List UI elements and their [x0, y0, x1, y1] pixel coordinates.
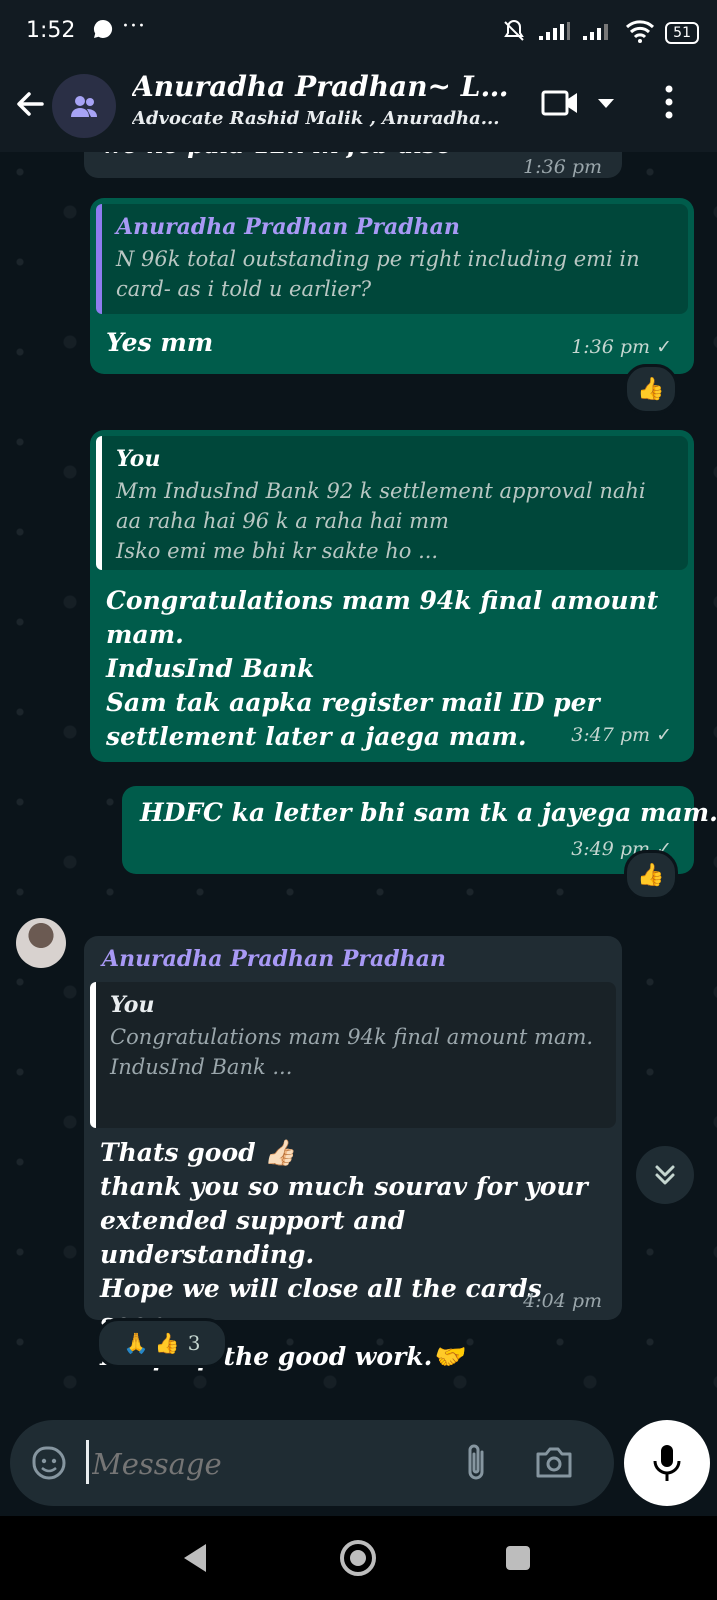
message-text: we ne paid 12k in feb also — [102, 152, 452, 162]
microphone-icon — [653, 1445, 681, 1481]
mute-icon — [501, 18, 527, 48]
message-text: HDFC ka letter bhi sam tk a jayega mam. — [140, 798, 717, 827]
message-time: 1:36 pm — [571, 336, 651, 358]
signal-icon-1 — [537, 20, 571, 46]
chat-participants[interactable]: Advocate Rashid Malik , Anuradha... — [132, 108, 502, 129]
chevron-down-icon[interactable] — [596, 96, 616, 115]
chat-title[interactable]: Anuradha Pradhan~ Loan... — [132, 70, 512, 103]
message-bubble-outgoing[interactable]: HDFC ka letter bhi sam tk a jayega mam. … — [122, 786, 717, 874]
group-icon — [71, 96, 97, 117]
status-bar: 1:52 ··· 51 — [0, 0, 717, 64]
quote-text: N 96k total outstanding pe right includi… — [116, 247, 640, 301]
voice-record-button[interactable] — [624, 1420, 710, 1506]
system-navigation-bar — [0, 1516, 717, 1600]
status-time: 1:52 — [26, 18, 76, 43]
sender-avatar[interactable] — [16, 918, 66, 968]
chat-area[interactable]: we ne paid 12k in feb also 1:36 pm Anura… — [0, 152, 717, 1420]
quote-bar — [96, 436, 102, 570]
message-meta: 3:47 pm ✓ — [571, 724, 672, 746]
quote-sender: You — [110, 992, 155, 1018]
message-bubble-incoming[interactable]: Anuradha Pradhan Pradhan You Congratulat… — [84, 936, 622, 1371]
quote-text: Mm IndusInd Bank 92 k settlement approva… — [116, 479, 646, 563]
scroll-to-bottom-button[interactable] — [636, 1146, 694, 1204]
reaction-badge[interactable]: 👍 — [624, 364, 678, 414]
nav-recents-icon[interactable] — [504, 1544, 532, 1576]
quoted-message[interactable]: You Mm IndusInd Bank 92 k settlement app… — [96, 436, 688, 570]
quote-text: Congratulations mam 94k final amount mam… — [110, 1025, 594, 1079]
reaction-emojis: 🙏 👍 — [123, 1331, 180, 1355]
nav-home-icon[interactable] — [338, 1538, 378, 1582]
message-input[interactable] — [90, 1436, 444, 1492]
message-bubble-outgoing[interactable]: Anuradha Pradhan Pradhan N 96k total out… — [90, 198, 694, 374]
message-text: Yes mm — [106, 328, 214, 357]
status-icons: 51 — [501, 18, 699, 48]
sender-name[interactable]: Anuradha Pradhan Pradhan — [102, 946, 446, 972]
group-avatar[interactable] — [52, 74, 116, 138]
message-time: 1:36 pm — [523, 156, 602, 178]
signal-icon-2 — [581, 20, 615, 46]
message-time: 4:04 pm — [523, 1290, 602, 1312]
battery-indicator: 51 — [665, 22, 699, 44]
reaction-badge[interactable]: 👍 — [624, 850, 678, 900]
reaction-badge[interactable]: 🙏 👍 3 — [96, 1318, 228, 1368]
attach-icon[interactable] — [462, 1442, 490, 1488]
quote-sender: Anuradha Pradhan Pradhan — [116, 214, 460, 240]
chat-header: Anuradha Pradhan~ Loan... Advocate Rashi… — [0, 64, 717, 152]
reaction-emoji: 👍 — [637, 862, 665, 888]
message-time: 3:47 pm — [571, 724, 651, 746]
wifi-icon — [625, 19, 655, 47]
message-meta: 1:36 pm ✓ — [571, 336, 672, 358]
back-arrow-icon[interactable] — [12, 86, 48, 122]
more-options-icon[interactable] — [664, 84, 674, 124]
whatsapp-notification-icon — [92, 18, 114, 45]
more-notifications-icon: ··· — [122, 14, 146, 39]
message-bubble-outgoing[interactable]: You Mm IndusInd Bank 92 k settlement app… — [90, 430, 694, 762]
reaction-emoji: 👍 — [637, 376, 665, 402]
quoted-message[interactable]: Anuradha Pradhan Pradhan N 96k total out… — [96, 204, 688, 314]
quoted-message[interactable]: You Congratulations mam 94k final amount… — [90, 982, 616, 1128]
sent-tick-icon: ✓ — [656, 724, 672, 746]
camera-icon[interactable] — [534, 1444, 574, 1484]
quote-bar — [96, 204, 102, 314]
emoji-sticker-icon[interactable] — [30, 1444, 68, 1486]
quote-sender: You — [116, 446, 161, 472]
double-chevron-down-icon — [655, 1165, 675, 1185]
video-call-icon[interactable] — [540, 86, 580, 124]
quote-bar — [90, 982, 96, 1128]
nav-back-icon[interactable] — [180, 1542, 210, 1578]
message-composer — [10, 1420, 614, 1506]
reaction-count: 3 — [187, 1331, 201, 1355]
message-bubble-partial[interactable]: we ne paid 12k in feb also 1:36 pm — [84, 152, 622, 178]
sent-tick-icon: ✓ — [656, 336, 672, 358]
text-cursor — [86, 1440, 89, 1484]
